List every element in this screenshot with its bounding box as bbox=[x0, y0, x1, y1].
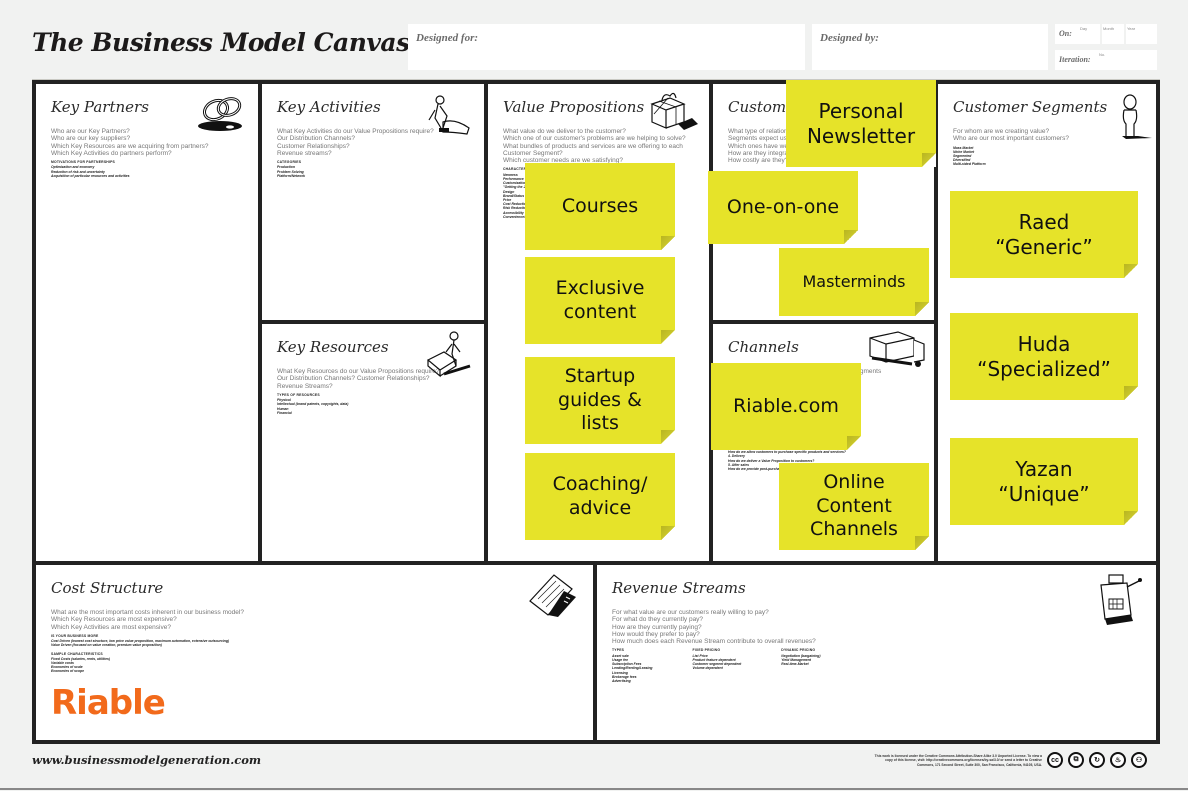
key-partners-questions: Who are our Key Partners? Who are our ke… bbox=[51, 128, 209, 157]
cost-structure-hints-2: Fixed Costs (salaries, rents, utilities)… bbox=[51, 656, 110, 674]
key-activities-questions: What Key Activities do our Value Proposi… bbox=[277, 128, 434, 157]
footer-website-link[interactable]: www.businessmodelgeneration.com bbox=[32, 753, 261, 767]
date-day-field[interactable]: On: Day bbox=[1055, 24, 1100, 44]
revenue-streams-questions: For what value are our customers really … bbox=[612, 609, 816, 646]
sticky-note-coaching-advice[interactable]: Coaching/ advice bbox=[525, 453, 675, 540]
sticky-note-riable-com[interactable]: Riable.com bbox=[711, 363, 861, 450]
sticky-note-startup-guides[interactable]: Startup guides & lists bbox=[525, 357, 675, 444]
cost-structure-hint-heading-2: SAMPLE CHARACTERISTICS bbox=[51, 651, 103, 656]
designed-for-label: Designed for: bbox=[416, 32, 479, 44]
license-text: This work is licensed under the Creative… bbox=[874, 754, 1042, 767]
key-activities-title: Key Activities bbox=[277, 98, 381, 116]
date-month-field[interactable]: Month bbox=[1102, 24, 1124, 44]
copy-icon: ⧉ bbox=[1068, 752, 1084, 768]
sticky-note-one-on-one[interactable]: One-on-one bbox=[708, 171, 858, 244]
block-revenue-streams[interactable]: Revenue Streams For what value are our c… bbox=[597, 565, 1156, 740]
year-sublabel: Year bbox=[1127, 26, 1136, 31]
worker-vacuuming-icon bbox=[428, 95, 470, 135]
day-sublabel: Day bbox=[1080, 26, 1088, 31]
date-year-field[interactable]: Year bbox=[1126, 24, 1157, 44]
revenue-types-heading: TYPES bbox=[612, 648, 625, 653]
iteration-sublabel: No. bbox=[1099, 52, 1106, 57]
customer-segments-title: Customer Segments bbox=[953, 98, 1108, 116]
month-sublabel: Month bbox=[1103, 26, 1115, 31]
sticky-note-exclusive-content[interactable]: Exclusive content bbox=[525, 257, 675, 344]
revenue-streams-title: Revenue Streams bbox=[612, 579, 746, 597]
cc-icon: cc bbox=[1047, 752, 1063, 768]
on-label: On: bbox=[1059, 29, 1072, 38]
sticky-note-personal-newsletter[interactable]: Personal Newsletter bbox=[786, 80, 936, 167]
cost-structure-questions: What are the most important costs inhere… bbox=[51, 609, 244, 631]
key-partners-title: Key Partners bbox=[51, 98, 149, 116]
customer-segments-hints: Mass Market Niche Market Segmented Diver… bbox=[953, 145, 986, 167]
sticky-note-online-content-channels[interactable]: Online Content Channels bbox=[779, 463, 929, 550]
chain-links-icon bbox=[198, 97, 242, 131]
fixed-pricing-heading: FIXED PRICING bbox=[692, 648, 721, 653]
block-key-partners[interactable]: Key Partners Who are our Key Partners? W… bbox=[36, 84, 258, 561]
sticky-note-raed-generic[interactable]: Raed “Generic” bbox=[950, 191, 1138, 278]
iteration-label: Iteration: bbox=[1059, 55, 1091, 64]
key-partners-hints: Optimization and economy Reduction of ri… bbox=[51, 165, 130, 178]
block-key-activities[interactable]: Key Activities What Key Activities do ou… bbox=[262, 84, 484, 320]
sticky-note-huda-specialized[interactable]: Huda “Specialized” bbox=[950, 313, 1138, 400]
key-partners-hint-heading: MOTIVATIONS FOR PARTNERSHIPS bbox=[51, 160, 115, 165]
designed-for-field[interactable]: Designed for: bbox=[408, 24, 805, 70]
key-resources-hint-heading: TYPES OF RESOURCES bbox=[277, 392, 320, 397]
canvas-title: The Business Model Canvas bbox=[32, 28, 410, 57]
key-activities-hints: Production Problem Solving Platform/Netw… bbox=[277, 165, 306, 178]
sticky-note-masterminds[interactable]: Masterminds bbox=[779, 248, 929, 316]
block-key-resources[interactable]: Key Resources What Key Resources do our … bbox=[262, 324, 484, 561]
dynamic-pricing-list: Negotiation (bargaining) Yield Managemen… bbox=[781, 653, 821, 667]
remix-icon: ♨ bbox=[1110, 752, 1126, 768]
gift-box-icon bbox=[650, 92, 698, 130]
cost-structure-title: Cost Structure bbox=[51, 579, 164, 597]
cost-structure-hints-1: Cost Driven (leanest cost structure, low… bbox=[51, 639, 230, 648]
value-propositions-title: Value Propositions bbox=[503, 98, 645, 116]
cost-structure-hint-heading-1: IS YOUR BUSINESS MORE bbox=[51, 633, 99, 638]
designed-by-field[interactable]: Designed by: bbox=[812, 24, 1048, 70]
designed-by-label: Designed by: bbox=[820, 32, 879, 44]
share-alike-icon: ↻ bbox=[1089, 752, 1105, 768]
key-resources-questions: What Key Resources do our Value Proposit… bbox=[277, 368, 440, 390]
footer-divider bbox=[0, 788, 1188, 790]
delivery-truck-icon bbox=[869, 331, 925, 367]
channels-title: Channels bbox=[728, 338, 799, 356]
revenue-types-list: Asset sale Usage fee Subscription Fees L… bbox=[612, 653, 653, 683]
key-activities-hint-heading: CATEGORIES bbox=[277, 160, 302, 165]
sticky-note-yazan-unique[interactable]: Yazan “Unique” bbox=[950, 438, 1138, 525]
dynamic-pricing-heading: DYNAMIC PRICING bbox=[781, 648, 816, 653]
sticky-note-courses[interactable]: Courses bbox=[525, 163, 675, 250]
standing-person-icon bbox=[1122, 94, 1152, 139]
attribution-icon: ⚇ bbox=[1131, 752, 1147, 768]
key-resources-title: Key Resources bbox=[277, 338, 389, 356]
block-cost-structure[interactable]: Cost Structure What are the most importa… bbox=[36, 565, 593, 740]
person-with-machine-icon bbox=[426, 331, 471, 378]
price-tag-icon bbox=[529, 574, 576, 617]
iteration-field[interactable]: Iteration: No. bbox=[1055, 50, 1157, 70]
fixed-pricing-list: List Price Product feature dependent Cus… bbox=[692, 653, 742, 671]
riable-logo: Riable bbox=[51, 683, 166, 723]
customer-segments-questions: For whom are we creating value? Who are … bbox=[953, 128, 1069, 143]
cash-register-icon bbox=[1100, 574, 1142, 625]
creative-commons-icons: cc ⧉ ↻ ♨ ⚇ bbox=[1047, 752, 1147, 768]
key-resources-hints: Physical Intellectual (brand patents, co… bbox=[277, 398, 349, 415]
